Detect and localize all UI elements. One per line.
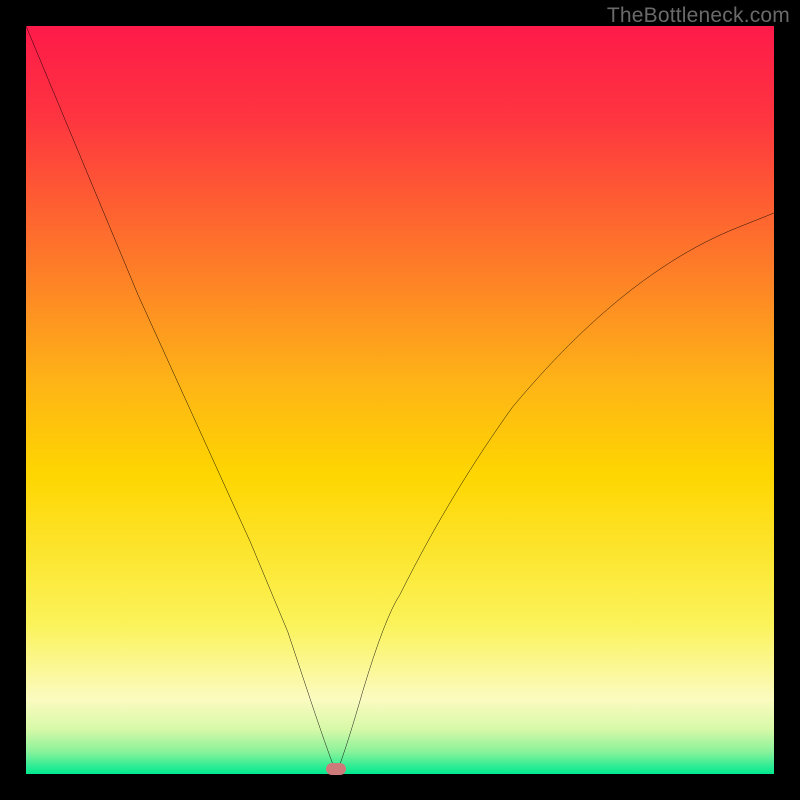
- minimum-marker: [326, 763, 346, 775]
- attribution-text: TheBottleneck.com: [607, 4, 790, 28]
- plot-area: [26, 26, 774, 774]
- curve-path: [26, 26, 774, 774]
- chart-frame: TheBottleneck.com: [0, 0, 800, 800]
- bottleneck-curve: [26, 26, 774, 774]
